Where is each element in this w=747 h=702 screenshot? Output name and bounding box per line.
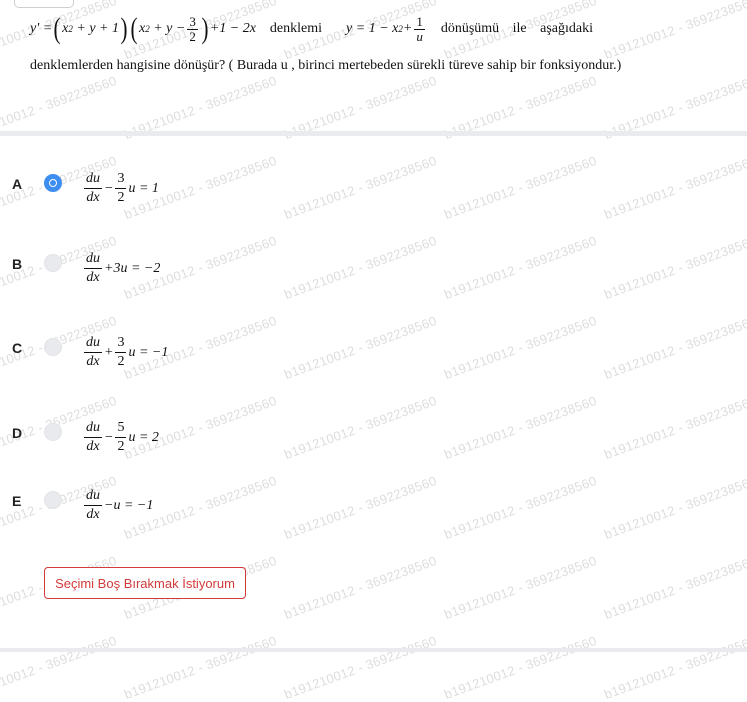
coef-denominator: 2	[117, 439, 125, 454]
watermark-text: b191210012 - 3692238560	[602, 632, 747, 702]
option-letter: C	[12, 340, 23, 356]
word-denklemi: denklemi	[269, 21, 323, 36]
transform-plus: +	[402, 21, 413, 36]
option-tail: u = 2	[128, 429, 159, 445]
section-divider	[0, 131, 747, 136]
radio-button[interactable]	[44, 491, 62, 509]
answer-option-d[interactable]: Ddu dx −5 2 u = 2	[0, 420, 700, 495]
watermark-text: b191210012 - 3692238560	[0, 632, 119, 702]
coef-denominator: 2	[117, 190, 125, 205]
watermark-text: b191210012 - 3692238560	[282, 552, 439, 623]
equation-suffix: +1 − 2x	[209, 21, 256, 36]
option-sign: +	[104, 344, 114, 360]
bottom-divider	[0, 648, 747, 652]
option-sign: −	[104, 429, 114, 445]
top-tab[interactable]	[14, 0, 74, 8]
transform-expression: y = 1 − x2 + 1u	[346, 13, 425, 44]
option-equation: du dx −3 2 u = 1	[84, 170, 159, 205]
option-equation: du dx +3 2 u = −1	[84, 334, 169, 369]
answer-option-b[interactable]: Bdu dx +3u = −2	[0, 251, 700, 326]
answer-option-a[interactable]: Adu dx −3 2 u = 1	[0, 171, 700, 246]
coef-numerator: 3	[115, 170, 127, 189]
radio-button[interactable]	[44, 338, 62, 356]
option-sign: −	[104, 497, 114, 513]
coef-denominator: 2	[117, 354, 125, 369]
riccati-equation: y' = (x 2 + y + 1) (x 2 + y − 32 ) +1 − 2x	[30, 12, 256, 45]
radio-button[interactable]	[44, 423, 62, 441]
equation-row: y' = (x 2 + y + 1) (x 2 + y − 32 ) +1 − 2x…	[30, 8, 636, 50]
word-donusumu: dönüşümü ile aşağıdaki	[440, 21, 594, 36]
question-text: denklemlerden hangisine dönüşür? ( Burad…	[30, 58, 622, 73]
watermark-text: b191210012 - 3692238560	[602, 552, 747, 623]
question-block: y' = (x 2 + y + 1) (x 2 + y − 32 ) +1 − 2x…	[30, 8, 636, 75]
equation-prefix: y' =	[30, 21, 53, 36]
answer-option-c[interactable]: Cdu dx +3 2 u = −1	[0, 335, 700, 410]
skip-question-button[interactable]: Seçimi Boş Bırakmak İstiyorum	[44, 567, 246, 599]
watermark-text: b191210012 - 3692238560	[122, 632, 279, 702]
option-tail: u = 1	[128, 180, 159, 196]
radio-button[interactable]	[44, 254, 62, 272]
answer-option-e[interactable]: Edu dx − u = −1	[0, 488, 700, 563]
option-letter: B	[12, 256, 23, 272]
option-equation: du dx −5 2 u = 2	[84, 419, 159, 454]
coef-numerator: 5	[115, 419, 127, 438]
coef-numerator: 3	[115, 334, 127, 353]
option-equation: du dx +3u = −2	[84, 251, 161, 285]
option-letter: A	[12, 176, 23, 192]
option-equation: du dx − u = −1	[84, 488, 154, 522]
watermark-text: b191210012 - 3692238560	[442, 552, 599, 623]
option-tail: 3u = −2	[113, 260, 161, 276]
transform-prefix: y = 1 − x	[346, 21, 399, 36]
watermark-text: b191210012 - 3692238560	[282, 632, 439, 702]
radio-button[interactable]	[44, 174, 62, 192]
watermark-text: b191210012 - 3692238560	[442, 632, 599, 702]
option-tail: u = −1	[113, 497, 154, 513]
option-tail: u = −1	[128, 344, 169, 360]
option-letter: E	[12, 493, 22, 509]
option-letter: D	[12, 425, 23, 441]
option-sign: −	[104, 180, 114, 196]
